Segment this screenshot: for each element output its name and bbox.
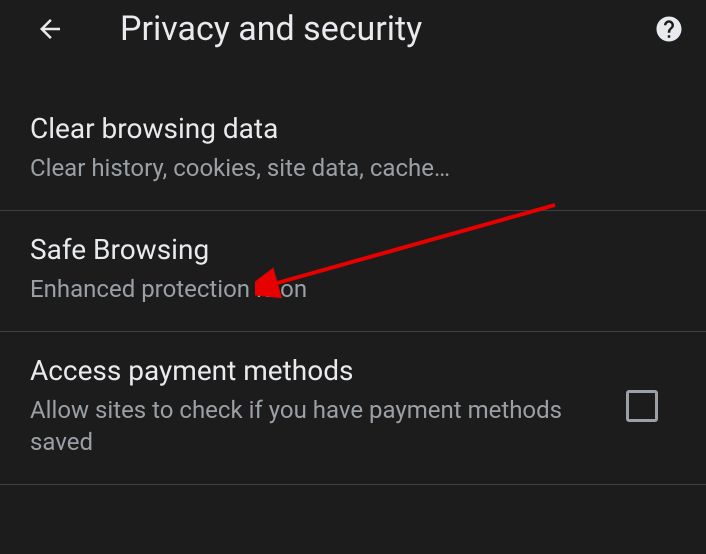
help-button[interactable] xyxy=(652,12,686,46)
clear-browsing-data-item[interactable]: Clear browsing data Clear history, cooki… xyxy=(0,90,706,211)
page-title: Privacy and security xyxy=(120,9,652,49)
settings-list: Clear browsing data Clear history, cooki… xyxy=(0,60,706,485)
arrow-back-icon xyxy=(35,14,65,44)
payment-checkbox[interactable] xyxy=(626,390,658,422)
setting-subtitle: Clear history, cookies, site data, cache… xyxy=(30,153,676,184)
setting-subtitle: Allow sites to check if you have payment… xyxy=(30,395,606,457)
setting-title: Safe Browsing xyxy=(30,233,676,266)
setting-text: Safe Browsing Enhanced protection is on xyxy=(30,233,676,305)
setting-subtitle: Enhanced protection is on xyxy=(30,274,676,305)
safe-browsing-item[interactable]: Safe Browsing Enhanced protection is on xyxy=(0,211,706,332)
setting-text: Access payment methods Allow sites to ch… xyxy=(30,354,606,457)
back-button[interactable] xyxy=(30,9,70,49)
help-icon xyxy=(654,14,684,44)
access-payment-methods-item[interactable]: Access payment methods Allow sites to ch… xyxy=(0,332,706,484)
header: Privacy and security xyxy=(0,0,706,60)
setting-text: Clear browsing data Clear history, cooki… xyxy=(30,112,676,184)
setting-title: Access payment methods xyxy=(30,354,606,387)
setting-title: Clear browsing data xyxy=(30,112,676,145)
